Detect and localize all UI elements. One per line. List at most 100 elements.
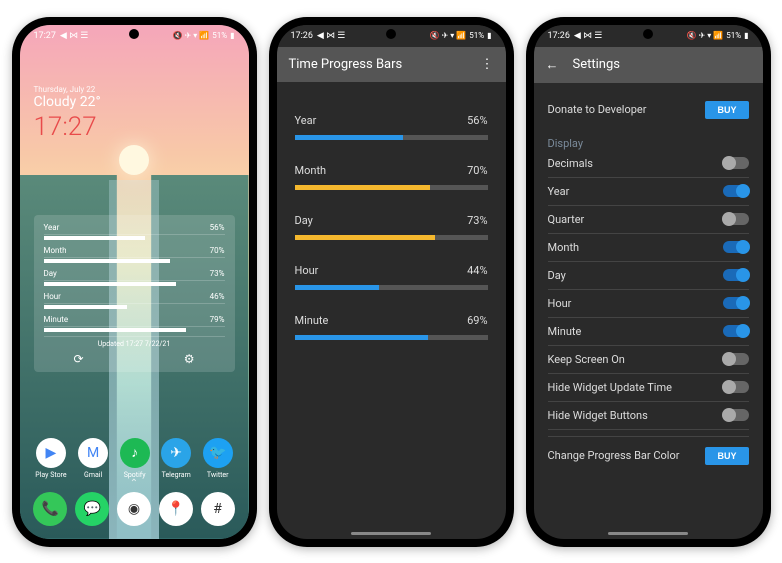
phone-homescreen: 17:27 ◀ ⋈ ☰ 🔇 ✈ ▾ 📶 51%▮ Thursday, July …: [12, 17, 257, 547]
dock-phone[interactable]: 📞: [33, 492, 67, 526]
time-progress-widget[interactable]: Year 56% Month 70% Day 73% Hour 46% Minu…: [34, 215, 235, 372]
buy-button[interactable]: BUY: [705, 101, 748, 119]
weather-widget[interactable]: Thursday, July 22 Cloudy 22° 17:27: [34, 85, 101, 142]
widget-label: Hour: [44, 292, 61, 301]
app-label: Telegram: [161, 471, 191, 479]
app-play-store[interactable]: ▶ Play Store: [35, 438, 66, 479]
dock: 📞💬◉📍#: [30, 492, 239, 529]
app-spotify[interactable]: ♪ Spotify: [120, 438, 150, 479]
toggle-row-quarter[interactable]: Quarter: [548, 206, 749, 234]
toggle-switch[interactable]: [723, 325, 749, 337]
buy-button[interactable]: BUY: [705, 447, 748, 465]
toggle-switch[interactable]: [723, 241, 749, 253]
back-arrow-icon[interactable]: ←: [546, 57, 559, 73]
toggle-knob: [722, 212, 736, 226]
notification-icons: ◀ ⋈ ☰: [317, 31, 345, 41]
overflow-menu-icon[interactable]: ⋮: [481, 57, 494, 72]
progress-label: Month: [295, 164, 327, 177]
gear-icon[interactable]: ⚙: [184, 352, 195, 366]
toggle-label: Month: [548, 241, 580, 254]
toggle-label: Quarter: [548, 213, 585, 226]
app-twitter[interactable]: 🐦 Twitter: [203, 438, 233, 479]
toggle-switch[interactable]: [723, 213, 749, 225]
toggle-row-year[interactable]: Year: [548, 178, 749, 206]
app-gmail[interactable]: M Gmail: [78, 438, 108, 479]
change-color-row: Change Progress Bar Color BUY: [548, 436, 749, 475]
widget-bar: [44, 236, 145, 240]
progress-item: Minute 69%: [295, 314, 488, 340]
toggle-knob: [722, 408, 736, 422]
widget-row: Year 56%: [44, 221, 225, 235]
widget-pct: 70%: [210, 246, 225, 255]
toggle-switch[interactable]: [723, 157, 749, 169]
settings-header: ← Settings: [534, 47, 763, 83]
app-label: Play Store: [35, 471, 66, 479]
app-label: Gmail: [78, 471, 108, 479]
app-telegram[interactable]: ✈ Telegram: [161, 438, 191, 479]
status-time: 17:27: [34, 31, 56, 41]
dock-slack[interactable]: #: [201, 492, 235, 526]
toggle-row-hour[interactable]: Hour: [548, 290, 749, 318]
progress-label: Year: [295, 114, 317, 127]
camera-hole: [386, 29, 396, 39]
widget-row: Day 73%: [44, 267, 225, 281]
dock-whatsapp[interactable]: 💬: [75, 492, 109, 526]
dock-maps[interactable]: 📍: [159, 492, 193, 526]
toggle-knob: [736, 184, 750, 198]
toggle-switch[interactable]: [723, 297, 749, 309]
progress-item: Hour 44%: [295, 264, 488, 290]
progress-track: [295, 235, 488, 240]
toggle-row-minute[interactable]: Minute: [548, 318, 749, 346]
toggle-row-keep-screen-on[interactable]: Keep Screen On: [548, 346, 749, 374]
status-icons: 🔇 ✈ ▾ 📶: [687, 31, 724, 40]
status-battery: 51%: [726, 31, 741, 40]
status-time: 17:26: [548, 31, 570, 41]
phone-progress-bars: 17:26 ◀ ⋈ ☰ 🔇 ✈ ▾ 📶 51%▮ Time Progress B…: [269, 17, 514, 547]
widget-bar: [44, 282, 176, 286]
app-header: Time Progress Bars ⋮: [277, 47, 506, 82]
toggle-switch[interactable]: [723, 185, 749, 197]
toggle-switch[interactable]: [723, 269, 749, 281]
toggle-row-hide-widget-update-time[interactable]: Hide Widget Update Time: [548, 374, 749, 402]
widget-row: Minute 79%: [44, 313, 225, 327]
progress-fill: [295, 185, 430, 190]
widget-pct: 79%: [210, 315, 225, 324]
settings-title: Settings: [573, 57, 620, 72]
camera-hole: [643, 29, 653, 39]
toggle-row-hide-widget-buttons[interactable]: Hide Widget Buttons: [548, 402, 749, 430]
status-battery: 51%: [469, 31, 484, 40]
toggle-row-day[interactable]: Day: [548, 262, 749, 290]
toggle-switch[interactable]: [723, 409, 749, 421]
toggle-row-month[interactable]: Month: [548, 234, 749, 262]
toggle-switch[interactable]: [723, 381, 749, 393]
toggle-knob: [736, 240, 750, 254]
progress-pct: 69%: [467, 314, 487, 327]
nav-bar[interactable]: [608, 532, 688, 535]
widget-label: Month: [44, 246, 67, 255]
progress-track: [295, 185, 488, 190]
toggle-knob: [722, 352, 736, 366]
widget-bar: [44, 259, 171, 263]
toggle-row-decimals[interactable]: Decimals: [548, 150, 749, 178]
phone-settings: 17:26 ◀ ⋈ ☰ 🔇 ✈ ▾ 📶 51%▮ ← Settings Dona…: [526, 17, 771, 547]
toggle-knob: [722, 380, 736, 394]
camera-hole: [129, 29, 139, 39]
toggle-knob: [736, 296, 750, 310]
nav-bar[interactable]: [351, 532, 431, 535]
toggle-label: Keep Screen On: [548, 353, 625, 366]
progress-item: Year 56%: [295, 114, 488, 140]
progress-item: Month 70%: [295, 164, 488, 190]
progress-label: Minute: [295, 314, 329, 327]
progress-pct: 56%: [467, 114, 487, 127]
widget-updated: Updated 17:27 7/22/21: [44, 336, 225, 348]
widget-pct: 73%: [210, 269, 225, 278]
status-icons: 🔇 ✈ ▾ 📶: [430, 31, 467, 40]
refresh-icon[interactable]: ⟳: [74, 352, 84, 366]
status-battery: 51%: [212, 31, 227, 40]
app-drawer-handle[interactable]: ⌃: [130, 478, 138, 489]
app-row: ▶ Play Store M Gmail ♪ Spotify ✈ Telegra…: [30, 438, 239, 479]
toggle-knob: [736, 268, 750, 282]
widget-bar: [44, 328, 187, 332]
toggle-switch[interactable]: [723, 353, 749, 365]
dock-chrome[interactable]: ◉: [117, 492, 151, 526]
